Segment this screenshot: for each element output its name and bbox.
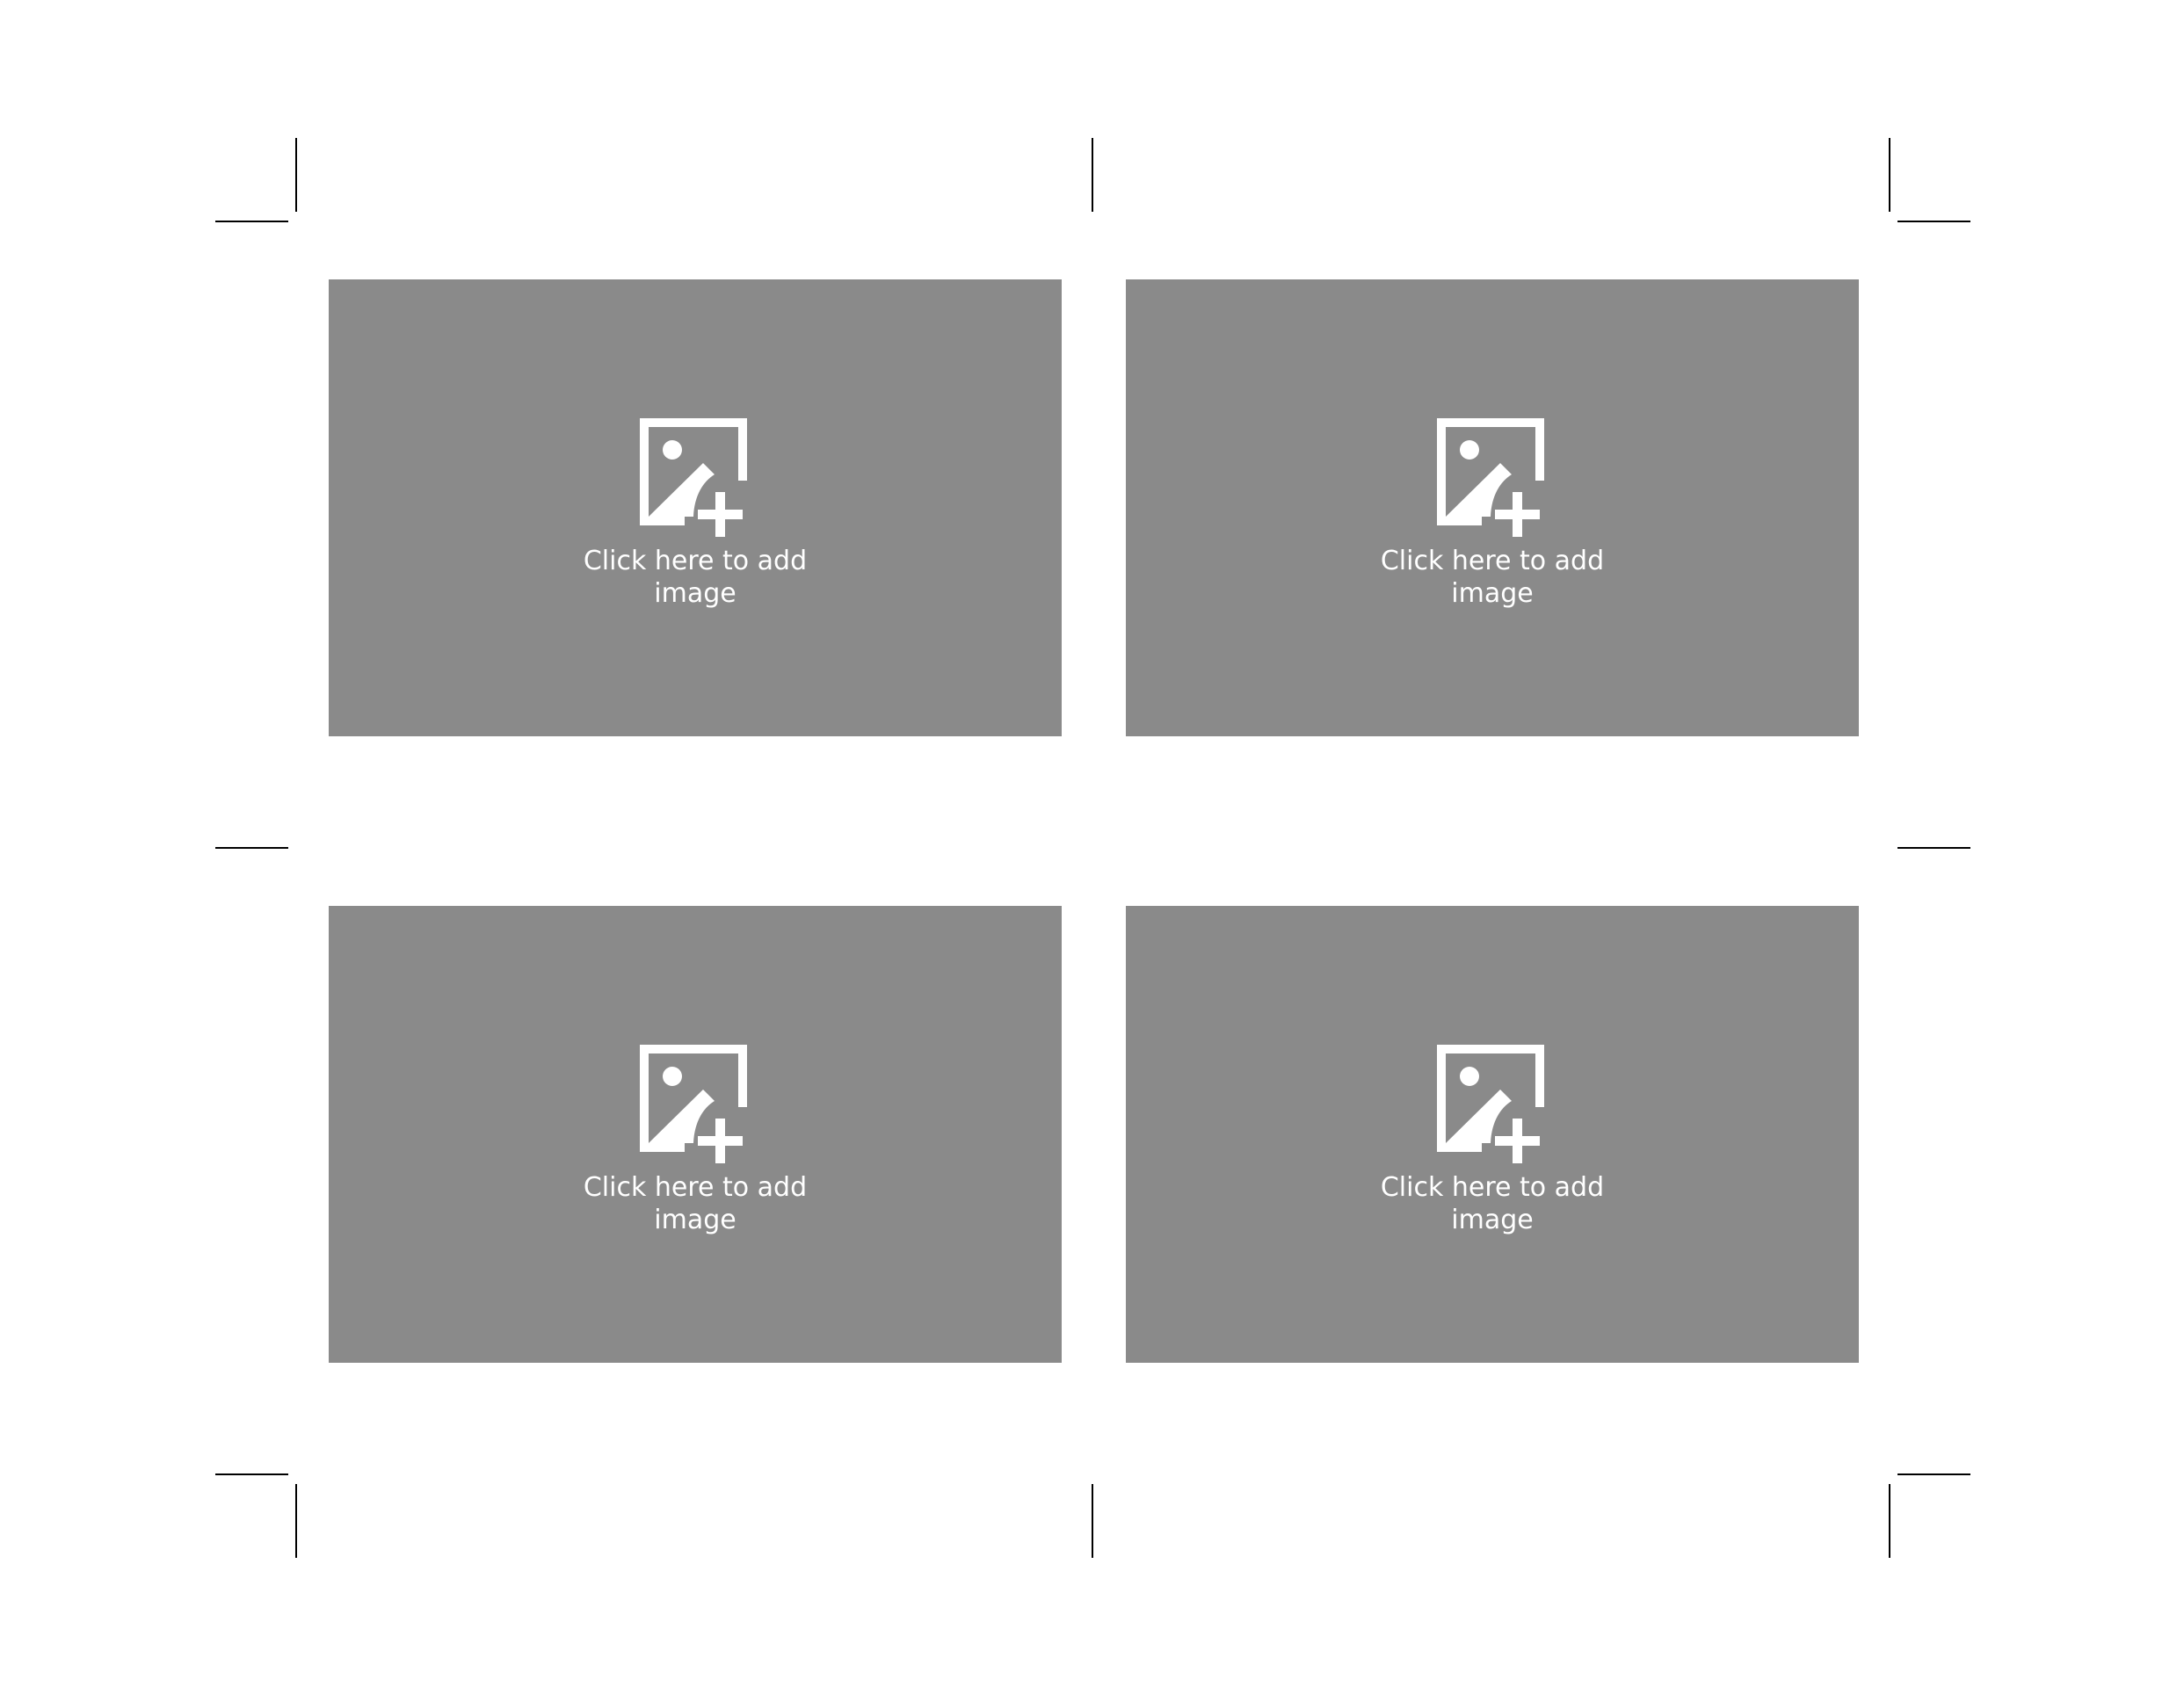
image-placeholder-2[interactable]: Click here to add image (1126, 279, 1859, 736)
crop-mark (1889, 138, 1890, 212)
add-image-icon (640, 418, 747, 537)
add-image-label: Click here to add image (583, 1172, 808, 1235)
add-image-icon (640, 1045, 747, 1163)
add-image-icon (1437, 1045, 1544, 1163)
crop-mark (1889, 1484, 1890, 1558)
image-placeholder-4[interactable]: Click here to add image (1126, 906, 1859, 1363)
crop-mark (1897, 221, 1970, 222)
image-placeholder-1[interactable]: Click here to add image (329, 279, 1062, 736)
image-placeholder-3[interactable]: Click here to add image (329, 906, 1062, 1363)
crop-mark (1092, 1484, 1093, 1558)
add-image-label: Click here to add image (583, 546, 808, 609)
crop-mark (1897, 1473, 1970, 1475)
print-layout-page: Click here to add image Click here to ad… (0, 0, 2184, 1687)
crop-mark (295, 1484, 297, 1558)
crop-mark (215, 847, 288, 849)
crop-mark (295, 138, 297, 212)
crop-mark (215, 221, 288, 222)
add-image-label: Click here to add image (1380, 1172, 1605, 1235)
add-image-icon (1437, 418, 1544, 537)
add-image-label: Click here to add image (1380, 546, 1605, 609)
crop-mark (1092, 138, 1093, 212)
crop-mark (1897, 847, 1970, 849)
crop-mark (215, 1473, 288, 1475)
